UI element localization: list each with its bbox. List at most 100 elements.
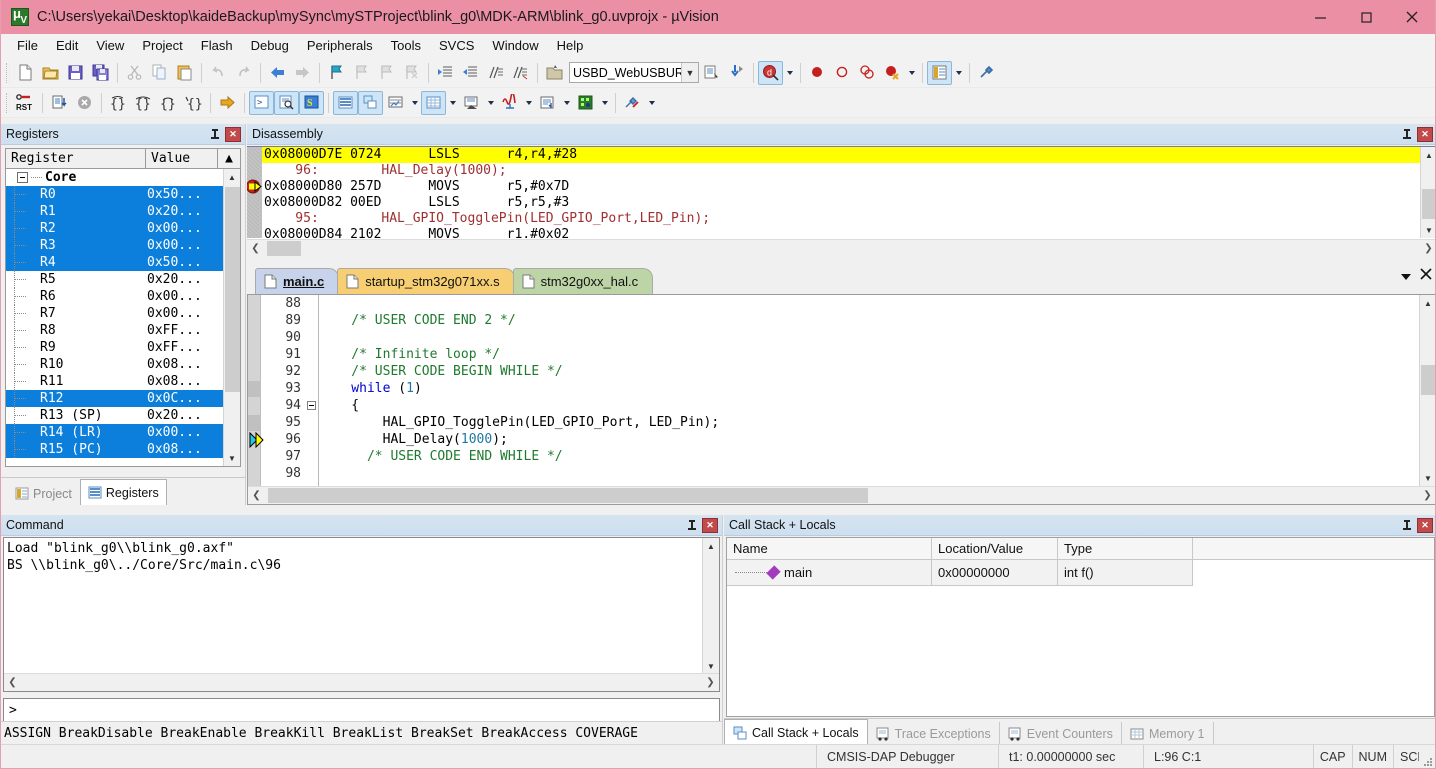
save-all-icon[interactable] — [88, 61, 113, 85]
disable-breakpoint-icon[interactable] — [830, 61, 855, 85]
run-icon[interactable] — [47, 91, 72, 115]
scrollbar-thumb[interactable] — [1422, 189, 1435, 219]
scroll-up-button[interactable]: ▲ — [1420, 295, 1435, 311]
toolbox-dropdown-icon[interactable] — [645, 91, 658, 115]
table-row[interactable]: main 0x00000000 int f() — [727, 560, 1434, 586]
memory-window-icon[interactable] — [421, 90, 446, 115]
toolbar-grip[interactable] — [6, 92, 10, 113]
pin-icon[interactable] — [206, 126, 223, 143]
kill-all-breakpoints-icon[interactable] — [880, 61, 905, 85]
watch-window-icon[interactable] — [383, 91, 408, 115]
serial-dropdown-icon[interactable] — [484, 91, 497, 115]
menu-project[interactable]: Project — [133, 36, 191, 55]
new-file-icon[interactable] — [13, 61, 38, 85]
registers-window-icon[interactable] — [333, 90, 358, 115]
download-icon[interactable] — [724, 61, 749, 85]
register-row[interactable]: R1 0x20... — [6, 203, 223, 220]
scroll-down-button[interactable]: ▼ — [1420, 470, 1435, 486]
memory-dropdown-icon[interactable] — [446, 91, 459, 115]
watch-dropdown-icon[interactable] — [408, 91, 421, 115]
editor-body[interactable]: 88 89 90 91 92 93 94 95 96 97 98 /* USER CODE END … — [247, 294, 1435, 505]
disassembly-source-line[interactable]: 96: HAL_Delay(1000); — [262, 163, 1420, 179]
column-header-type[interactable]: Type — [1058, 538, 1193, 559]
system-viewer-dropdown-icon[interactable] — [598, 91, 611, 115]
menu-tools[interactable]: Tools — [382, 36, 430, 55]
scroll-left-button[interactable]: ❮ — [247, 240, 264, 257]
close-icon[interactable]: ✕ — [702, 517, 718, 533]
tab-trace-exceptions[interactable]: Trace Exceptions — [868, 722, 1000, 745]
trace-window-icon[interactable] — [535, 91, 560, 115]
tab-call-stack-locals[interactable]: Call Stack + Locals — [724, 719, 868, 745]
menu-view[interactable]: View — [87, 36, 133, 55]
editor-code-line[interactable]: HAL_GPIO_TogglePin(LED_GPIO_Port, LED_Pi… — [320, 414, 1419, 431]
editor-code-area[interactable]: /* USER CODE END 2 */ /* Infinite loop *… — [320, 295, 1419, 486]
reset-cpu-icon[interactable]: RST — [13, 91, 38, 115]
navigate-forward-icon[interactable] — [290, 61, 315, 85]
disassembly-instruction-line[interactable]: 0x08000D84 2102 MOVS r1,#0x02 — [262, 227, 1420, 238]
scrollbar-thumb[interactable] — [268, 488, 868, 503]
register-row[interactable]: R14 (LR) 0x00... — [6, 424, 223, 441]
redo-icon[interactable] — [231, 61, 256, 85]
disassembly-instruction-line[interactable]: 0x08000D82 00ED LSLS r5,r5,#3 — [262, 195, 1420, 211]
menu-debug[interactable]: Debug — [242, 36, 298, 55]
register-row[interactable]: R12 0x0C... — [6, 390, 223, 407]
scroll-up-arrow-icon[interactable]: ▲ — [218, 149, 240, 168]
tab-main-c[interactable]: main.c — [255, 268, 340, 294]
register-row[interactable]: R0 0x50... — [6, 186, 223, 203]
start-debug-dropdown-icon[interactable] — [783, 61, 796, 85]
editor-code-line[interactable]: HAL_Delay(1000); — [320, 431, 1419, 448]
scroll-right-button[interactable]: ❯ — [1419, 487, 1435, 504]
command-vertical-scrollbar[interactable]: ▲ ▼ — [702, 538, 719, 674]
manage-components-icon[interactable] — [927, 60, 952, 85]
bookmark-toggle-icon[interactable] — [324, 61, 349, 85]
disassembly-instruction-line[interactable]: 0x08000D7E 0724 LSLS r4,r4,#28 — [262, 147, 1420, 163]
scroll-up-button[interactable]: ▲ — [703, 538, 719, 554]
pin-icon[interactable] — [1398, 126, 1415, 143]
copy-icon[interactable] — [147, 61, 172, 85]
scrollbar-thumb[interactable] — [225, 187, 240, 392]
editor-code-line[interactable] — [320, 465, 1419, 482]
disassembly-scroll-area[interactable]: 0x08000D7E 0724 LSLS r4,r4,#28 96: HAL_D… — [247, 147, 1420, 238]
register-row[interactable]: R3 0x00... — [6, 237, 223, 254]
build-target-icon[interactable] — [542, 61, 567, 85]
close-icon[interactable]: ✕ — [1417, 126, 1433, 142]
scroll-left-button[interactable]: ❮ — [4, 674, 21, 691]
breakpoint-arrow-icon[interactable] — [247, 179, 263, 194]
outdent-icon[interactable] — [458, 61, 483, 85]
target-combo[interactable]: USBD_WebUSBURLD ▼ — [569, 62, 699, 83]
toolbar-grip[interactable] — [6, 62, 10, 83]
manage-project-items-icon[interactable] — [699, 61, 724, 85]
editor-code-line[interactable]: /* USER CODE BEGIN WHILE */ — [320, 363, 1419, 380]
indent-icon[interactable] — [433, 61, 458, 85]
scroll-left-button[interactable]: ❮ — [248, 487, 265, 504]
close-button[interactable] — [1389, 0, 1435, 34]
breakpoints-dropdown-icon[interactable] — [905, 61, 918, 85]
maximize-button[interactable] — [1343, 0, 1389, 34]
bookmark-prev-icon[interactable] — [349, 61, 374, 85]
editor-code-line[interactable]: /* USER CODE END WHILE */ — [320, 448, 1419, 465]
bookmark-next-icon[interactable] — [374, 61, 399, 85]
collapse-icon[interactable] — [17, 172, 28, 183]
register-row[interactable]: R5 0x20... — [6, 271, 223, 288]
run-to-cursor-icon[interactable]: {} — [181, 91, 206, 115]
insert-breakpoint-icon[interactable] — [805, 61, 830, 85]
column-header-name[interactable]: Name — [727, 538, 932, 559]
column-header-value[interactable]: Value — [146, 149, 218, 168]
comment-icon[interactable] — [483, 61, 508, 85]
register-row[interactable]: R4 0x50... — [6, 254, 223, 271]
disassembly-window-icon[interactable] — [274, 90, 299, 115]
disable-all-breakpoints-icon[interactable] — [855, 61, 880, 85]
register-row[interactable]: R8 0xFF... — [6, 322, 223, 339]
system-viewer-icon[interactable] — [573, 91, 598, 115]
paste-icon[interactable] — [172, 61, 197, 85]
editor-code-line[interactable]: { — [320, 397, 1419, 414]
tab-event-counters[interactable]: Event Counters — [1000, 722, 1122, 745]
trace-dropdown-icon[interactable] — [560, 91, 573, 115]
cut-icon[interactable] — [122, 61, 147, 85]
save-icon[interactable] — [63, 61, 88, 85]
fold-collapse-icon[interactable] — [307, 401, 316, 410]
menu-edit[interactable]: Edit — [47, 36, 87, 55]
chevron-down-icon[interactable]: ▼ — [681, 63, 698, 82]
editor-code-line[interactable]: /* Infinite loop */ — [320, 346, 1419, 363]
tab-project[interactable]: Project — [7, 481, 80, 505]
